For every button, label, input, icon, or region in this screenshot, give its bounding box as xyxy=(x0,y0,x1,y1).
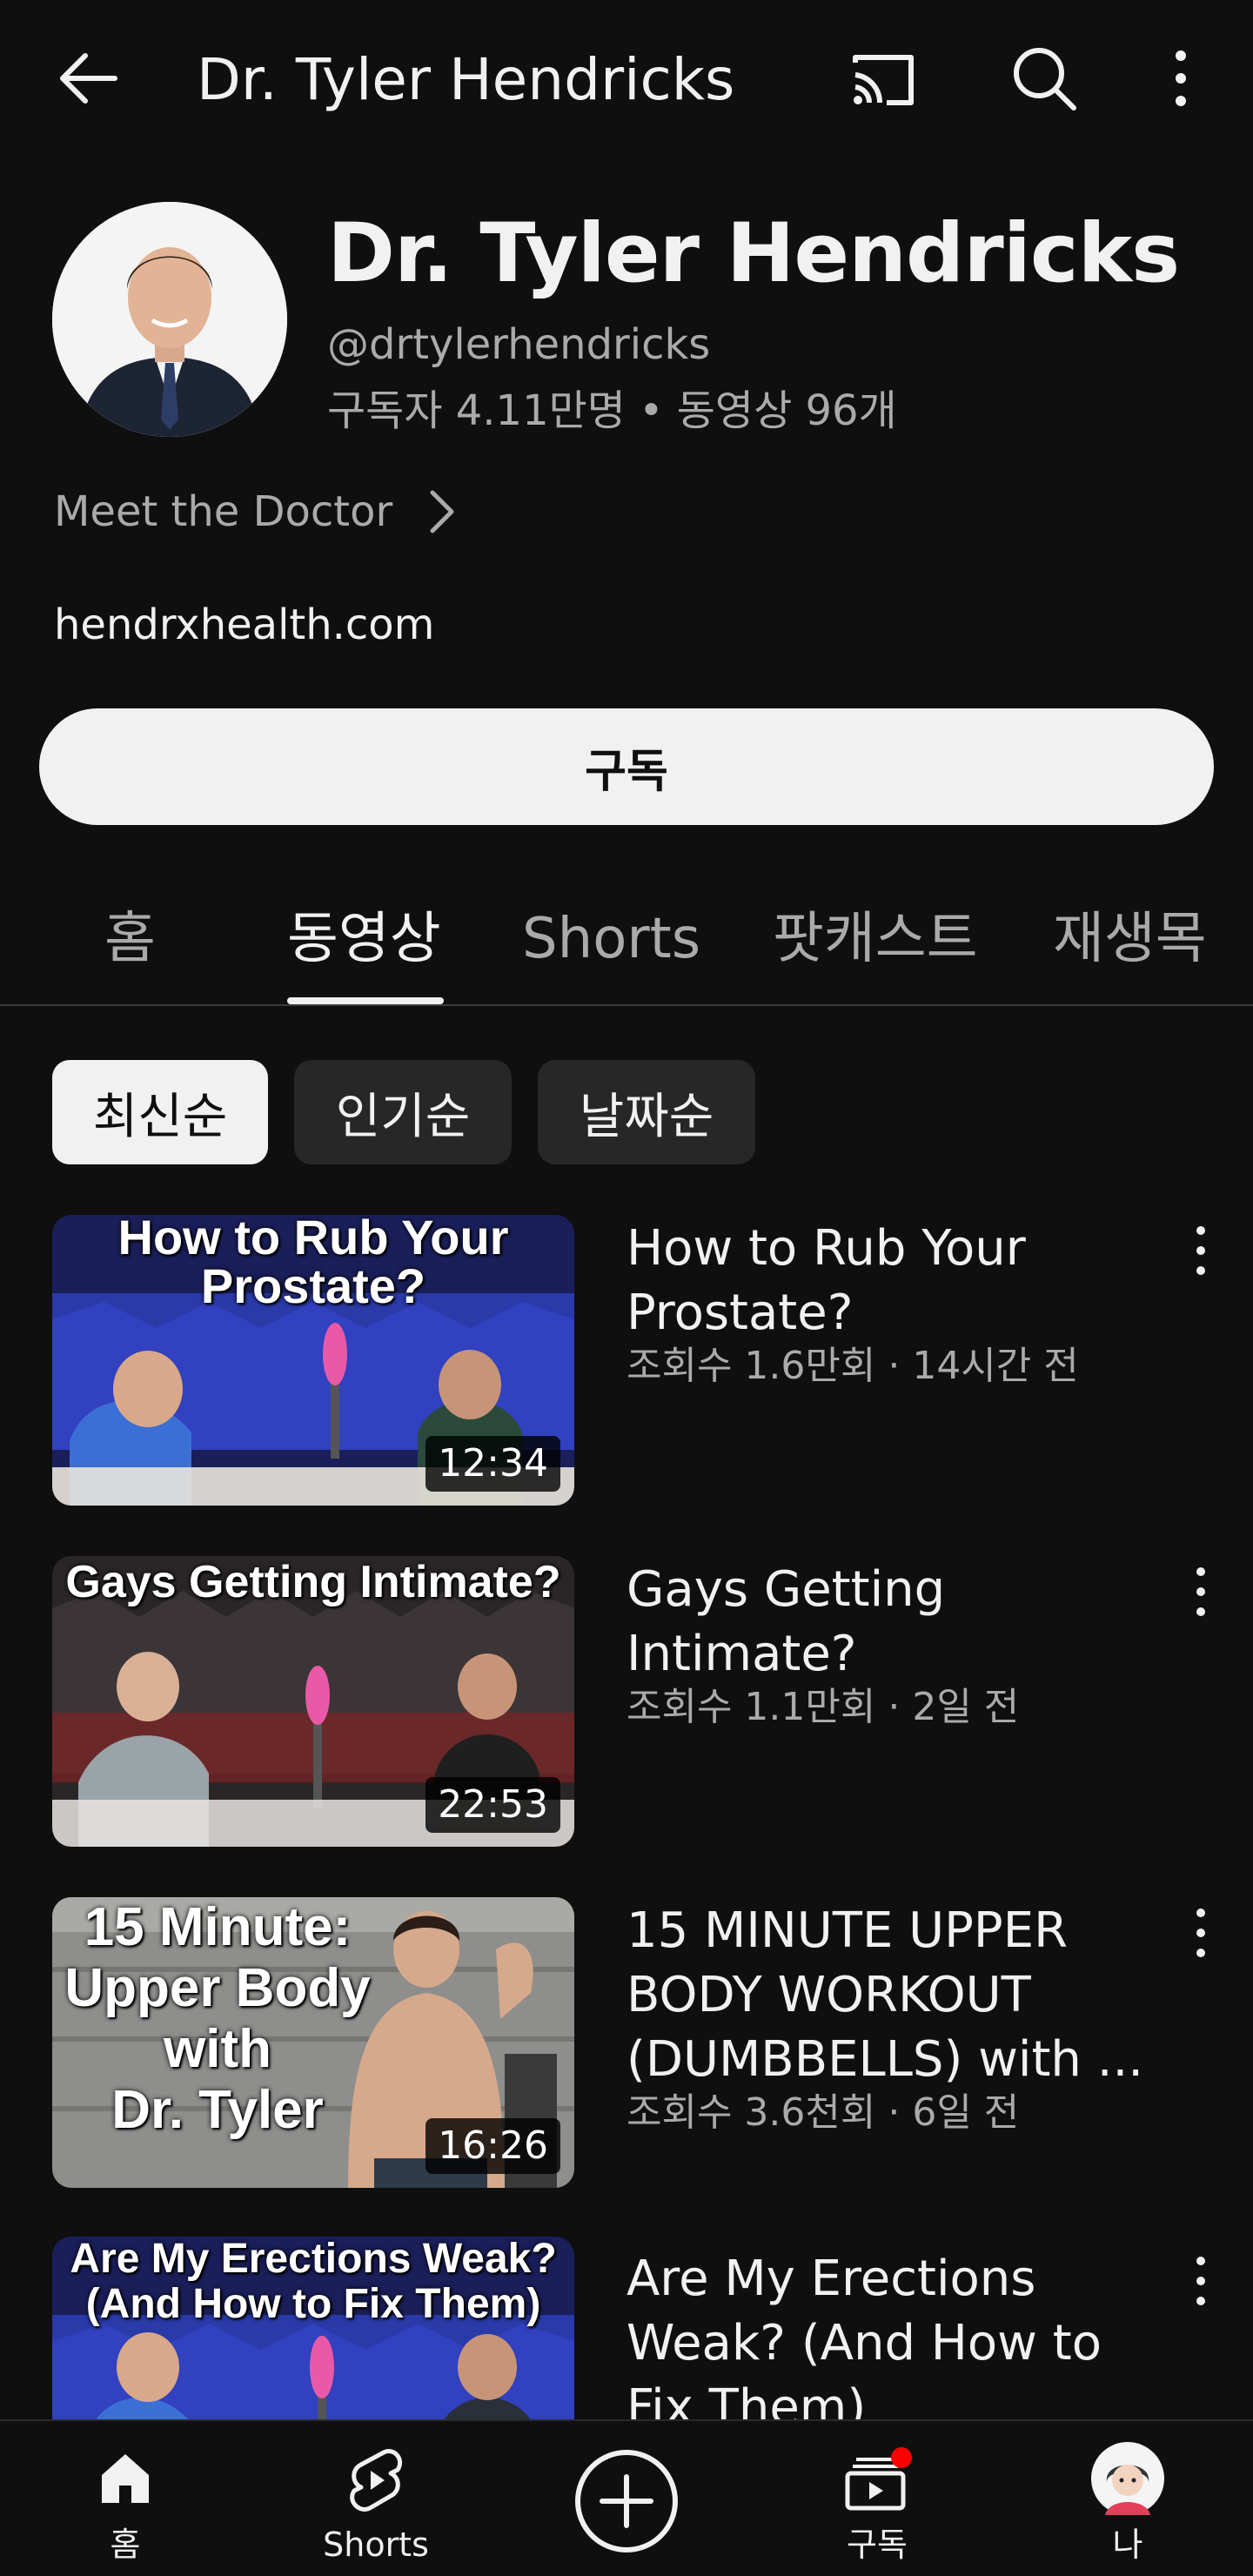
home-icon xyxy=(102,2454,149,2503)
nav-shorts[interactable]: Shorts xyxy=(289,2421,463,2576)
nav-create[interactable] xyxy=(539,2421,714,2576)
channel-tabs: 홈 동영상 Shorts 팟캐스트 재생목 xyxy=(0,879,1253,1006)
more-vert-icon[interactable] xyxy=(1183,1902,1218,1963)
notification-dot xyxy=(891,2447,912,2468)
tab-podcasts[interactable]: 팟캐스트 xyxy=(773,891,978,987)
video-title[interactable]: Are My Erections Weak? (And How to Fix T… xyxy=(626,2247,1166,2419)
video-thumbnail[interactable]: 15 Minute: Upper Body with Dr. Tyler 16:… xyxy=(52,1897,574,2188)
subscriptions-icon xyxy=(845,2447,912,2511)
back-arrow-icon[interactable] xyxy=(54,44,124,113)
channel-about-link[interactable]: Meet the Doctor xyxy=(54,484,457,540)
chip-popular[interactable]: 인기순 xyxy=(294,1060,512,1164)
cast-icon[interactable] xyxy=(848,45,918,115)
active-tab-indicator xyxy=(287,997,444,1004)
tab-home[interactable]: 홈 xyxy=(104,891,156,987)
thumbnail-text: How to Rub Your Prostate? xyxy=(117,1215,509,1313)
subscribe-button[interactable]: 구독 xyxy=(39,708,1214,825)
tab-videos[interactable]: 동영상 xyxy=(287,891,441,987)
search-icon[interactable] xyxy=(1008,42,1081,115)
video-duration: 16:26 xyxy=(425,2118,560,2174)
thumbnail-text: Gays Getting Intimate? xyxy=(65,1557,561,1607)
about-link-label: Meet the Doctor xyxy=(54,487,393,536)
video-thumbnail[interactable]: Are My Erections Weak? (And How to Fix T… xyxy=(52,2237,574,2419)
thumbnail-text: 15 Minute: Upper Body with Dr. Tyler xyxy=(64,1897,371,2140)
thumbnail-text: Are My Erections Weak? (And How to Fix T… xyxy=(70,2237,557,2327)
nav-label: 홈 xyxy=(110,2526,141,2564)
video-meta: 조회수 1.6만회 · 14시간 전 xyxy=(626,1344,1079,1388)
more-vert-icon[interactable] xyxy=(1183,1220,1218,1281)
nav-label: Shorts xyxy=(323,2526,429,2564)
nav-label: 나 xyxy=(1112,2526,1143,2564)
video-meta: 조회수 1.1만회 · 2일 전 xyxy=(626,1685,1020,1729)
create-icon xyxy=(575,2450,678,2553)
more-vert-icon[interactable] xyxy=(1183,1561,1218,1622)
tab-playlists[interactable]: 재생목 xyxy=(1053,891,1207,987)
video-thumbnail[interactable]: Gays Getting Intimate? 22:53 xyxy=(52,1556,574,1847)
channel-avatar[interactable] xyxy=(52,202,287,437)
shorts-icon xyxy=(350,2449,403,2512)
top-app-bar: Dr. Tyler Hendricks xyxy=(0,0,1253,157)
nav-home[interactable]: 홈 xyxy=(38,2421,212,2576)
video-item[interactable]: How to Rub Your Prostate? 12:34 How to R… xyxy=(0,1215,1253,1511)
video-item[interactable]: Gays Getting Intimate? 22:53 Gays Gettin… xyxy=(0,1556,1253,1852)
channel-handle: @drtylerhendricks xyxy=(327,320,711,369)
video-thumbnail[interactable]: How to Rub Your Prostate? 12:34 xyxy=(52,1215,574,1506)
chip-oldest[interactable]: 날짜순 xyxy=(538,1060,755,1164)
channel-page: Dr. Tyler Hendricks Dr. Tyler Hendricks … xyxy=(0,0,1253,2576)
video-title[interactable]: How to Rub Your Prostate? xyxy=(626,1217,1166,1345)
channel-stats: 구독자 4.11만명 • 동영상 96개 xyxy=(327,386,897,435)
video-meta: 조회수 3.6천회 · 6일 전 xyxy=(626,2090,1020,2135)
video-item[interactable]: Are My Erections Weak? (And How to Fix T… xyxy=(0,2237,1253,2419)
page-title: Dr. Tyler Hendricks xyxy=(197,46,735,113)
nav-label: 구독 xyxy=(847,2526,908,2564)
channel-website-link[interactable]: hendrxhealth.com xyxy=(54,597,434,653)
more-vert-icon[interactable] xyxy=(1183,2251,1218,2311)
avatar-icon xyxy=(1091,2442,1164,2515)
nav-you[interactable]: 나 xyxy=(1041,2421,1215,2576)
video-item[interactable]: 15 Minute: Upper Body with Dr. Tyler 16:… xyxy=(0,1897,1253,2193)
channel-name: Dr. Tyler Hendricks xyxy=(327,206,1180,301)
tab-shorts[interactable]: Shorts xyxy=(522,891,700,987)
more-vert-icon[interactable] xyxy=(1157,42,1204,115)
chevron-right-icon xyxy=(430,490,454,533)
video-title[interactable]: 15 MINUTE UPPER BODY WORKOUT (DUMBBELLS)… xyxy=(626,1899,1166,2092)
nav-subscriptions[interactable]: 구독 xyxy=(790,2421,964,2576)
bottom-navigation: 홈 Shorts 구독 나 xyxy=(0,2419,1253,2576)
chip-latest[interactable]: 최신순 xyxy=(52,1060,268,1164)
video-duration: 12:34 xyxy=(425,1436,560,1492)
video-title[interactable]: Gays Getting Intimate? xyxy=(626,1558,1166,1687)
video-duration: 22:53 xyxy=(425,1777,560,1833)
